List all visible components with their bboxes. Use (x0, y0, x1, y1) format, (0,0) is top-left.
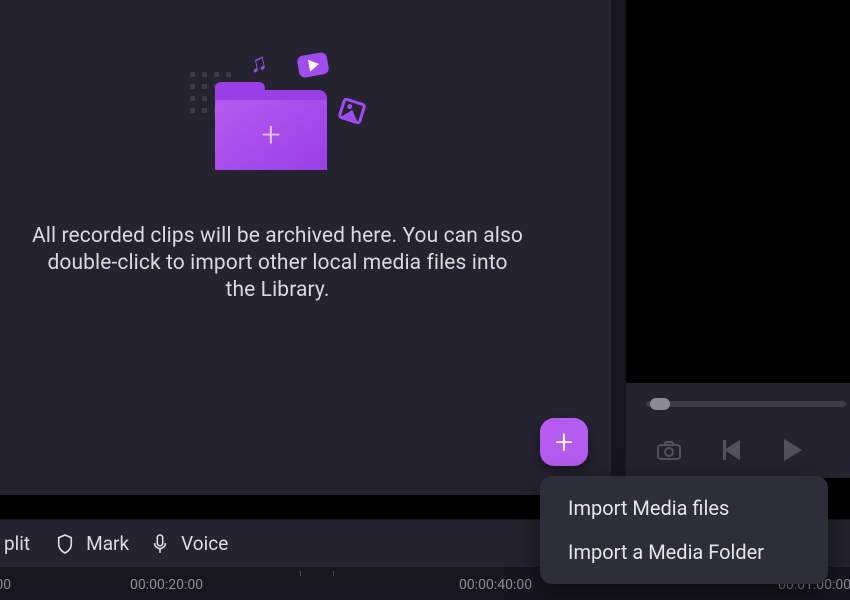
music-note-icon: ♫ (243, 48, 274, 79)
folder-icon: + (215, 82, 327, 170)
split-button-fragment[interactable]: plit (4, 532, 30, 555)
transport-controls (656, 439, 850, 461)
voice-button[interactable]: Voice (151, 532, 228, 555)
mark-icon (56, 533, 76, 555)
import-media-folder-item[interactable]: Import a Media Folder (540, 530, 828, 574)
plus-icon: + (555, 426, 573, 458)
video-play-icon (296, 52, 329, 79)
preview-seek-thumb[interactable] (650, 398, 670, 410)
mark-button[interactable]: Mark (56, 532, 129, 555)
stop-button[interactable] (842, 439, 850, 461)
library-panel[interactable]: ♫ + All recorded clips will be archived … (0, 0, 611, 495)
preview-controls (626, 383, 850, 478)
image-icon (337, 97, 367, 125)
ruler-tick: 00:00:40:00 (459, 577, 532, 593)
previous-frame-button[interactable] (718, 439, 744, 461)
microphone-icon (151, 533, 171, 555)
snapshot-button[interactable] (656, 439, 682, 461)
empty-library-illustration: ♫ + (190, 42, 370, 182)
app-root: ♫ + All recorded clips will be archived … (0, 0, 850, 600)
mark-label: Mark (86, 532, 129, 555)
import-media-files-item[interactable]: Import Media files (540, 486, 828, 530)
voice-label: Voice (181, 532, 228, 555)
ruler-tick: :00 (0, 577, 11, 593)
play-button[interactable] (780, 439, 806, 461)
preview-seek-track[interactable] (646, 401, 846, 407)
import-menu: Import Media files Import a Media Folder (540, 476, 828, 584)
folder-plus-icon: + (261, 118, 280, 152)
vertical-divider (611, 0, 626, 478)
preview-viewport (626, 0, 850, 383)
ruler-tick: 00:00:20:00 (130, 577, 203, 593)
add-media-button[interactable]: + (540, 418, 588, 466)
library-empty-message: All recorded clips will be archived here… (30, 223, 525, 304)
